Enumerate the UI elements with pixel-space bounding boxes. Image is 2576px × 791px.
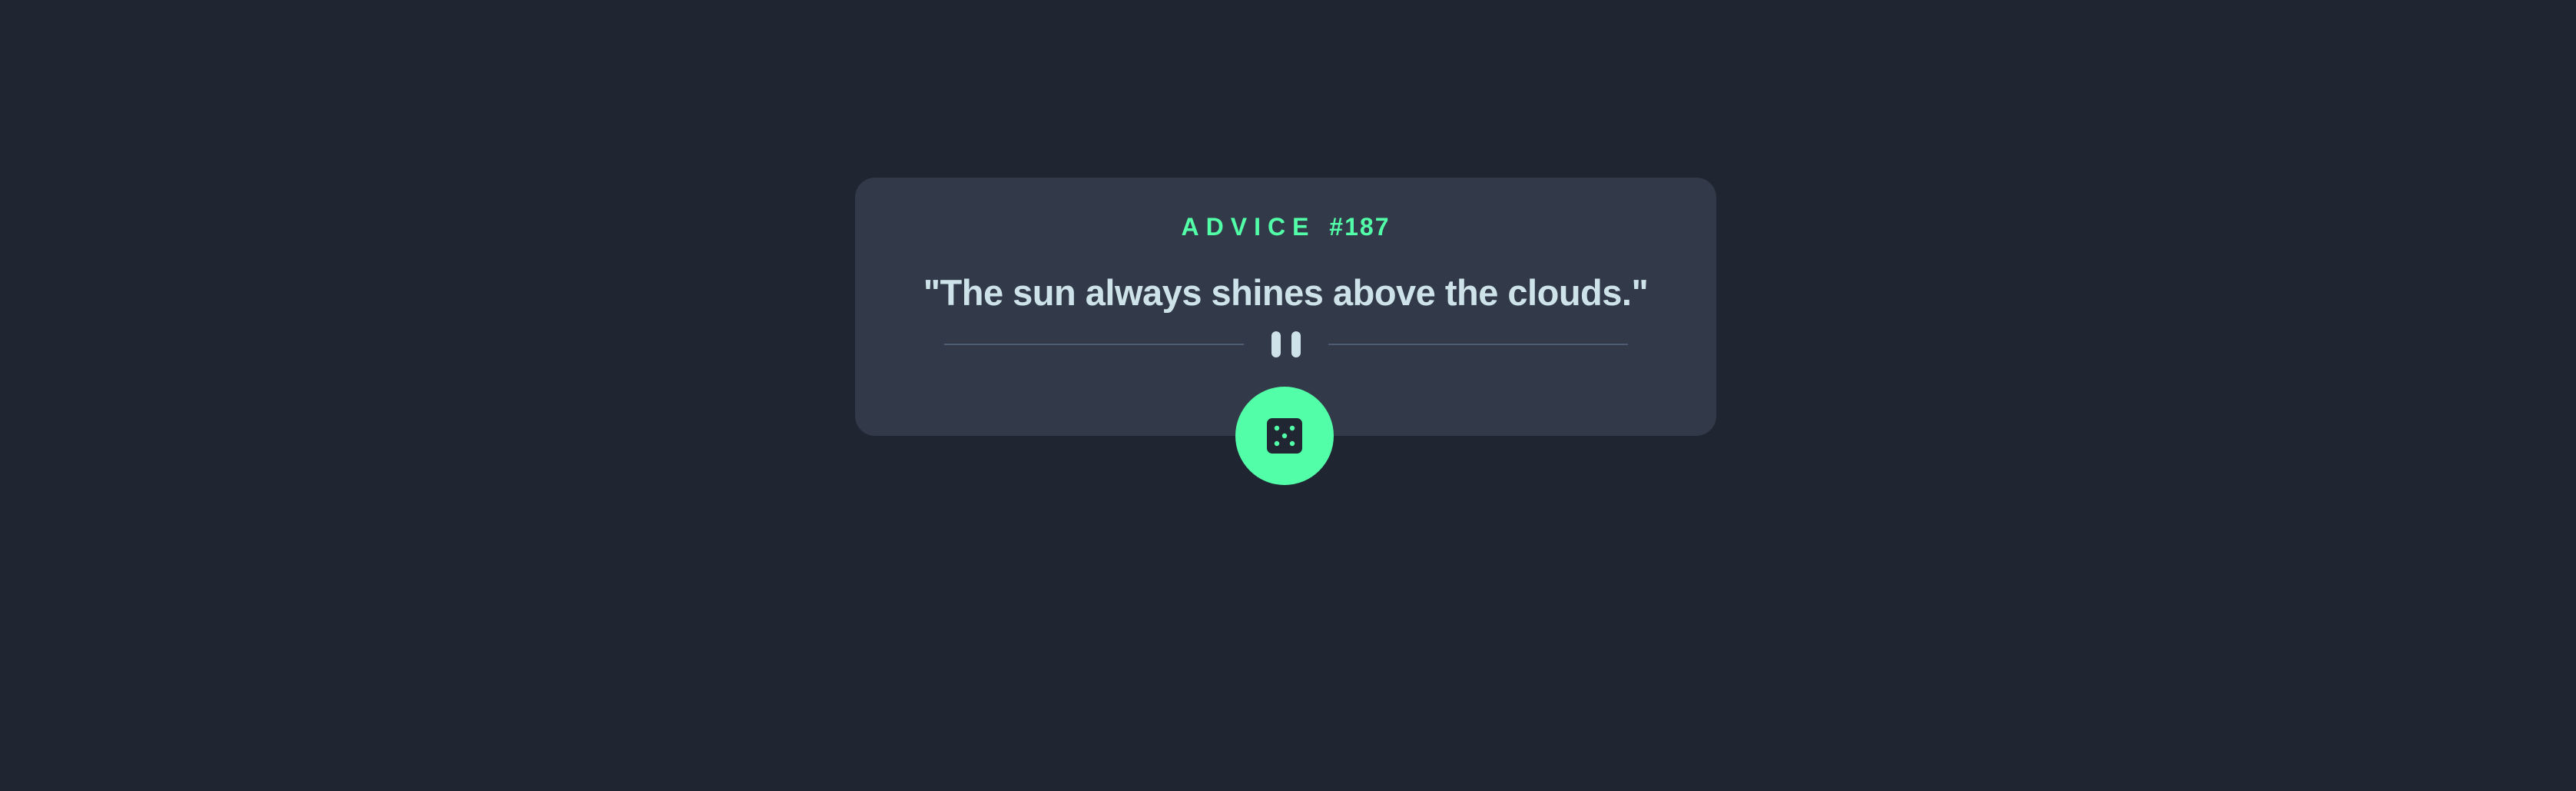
pattern-divider [944, 331, 1628, 357]
new-advice-button[interactable] [1235, 387, 1334, 485]
divider-line-right [1328, 344, 1628, 345]
advice-heading: ADVICE #187 [855, 214, 1716, 239]
advice-quote: "The sun always shines above the clouds.… [923, 272, 1649, 313]
divider-line-left [944, 344, 1244, 345]
pause-icon [1271, 331, 1301, 357]
advice-label-text: ADVICE [1181, 213, 1316, 241]
dice-icon [1267, 418, 1302, 454]
advice-number: #187 [1329, 213, 1391, 241]
